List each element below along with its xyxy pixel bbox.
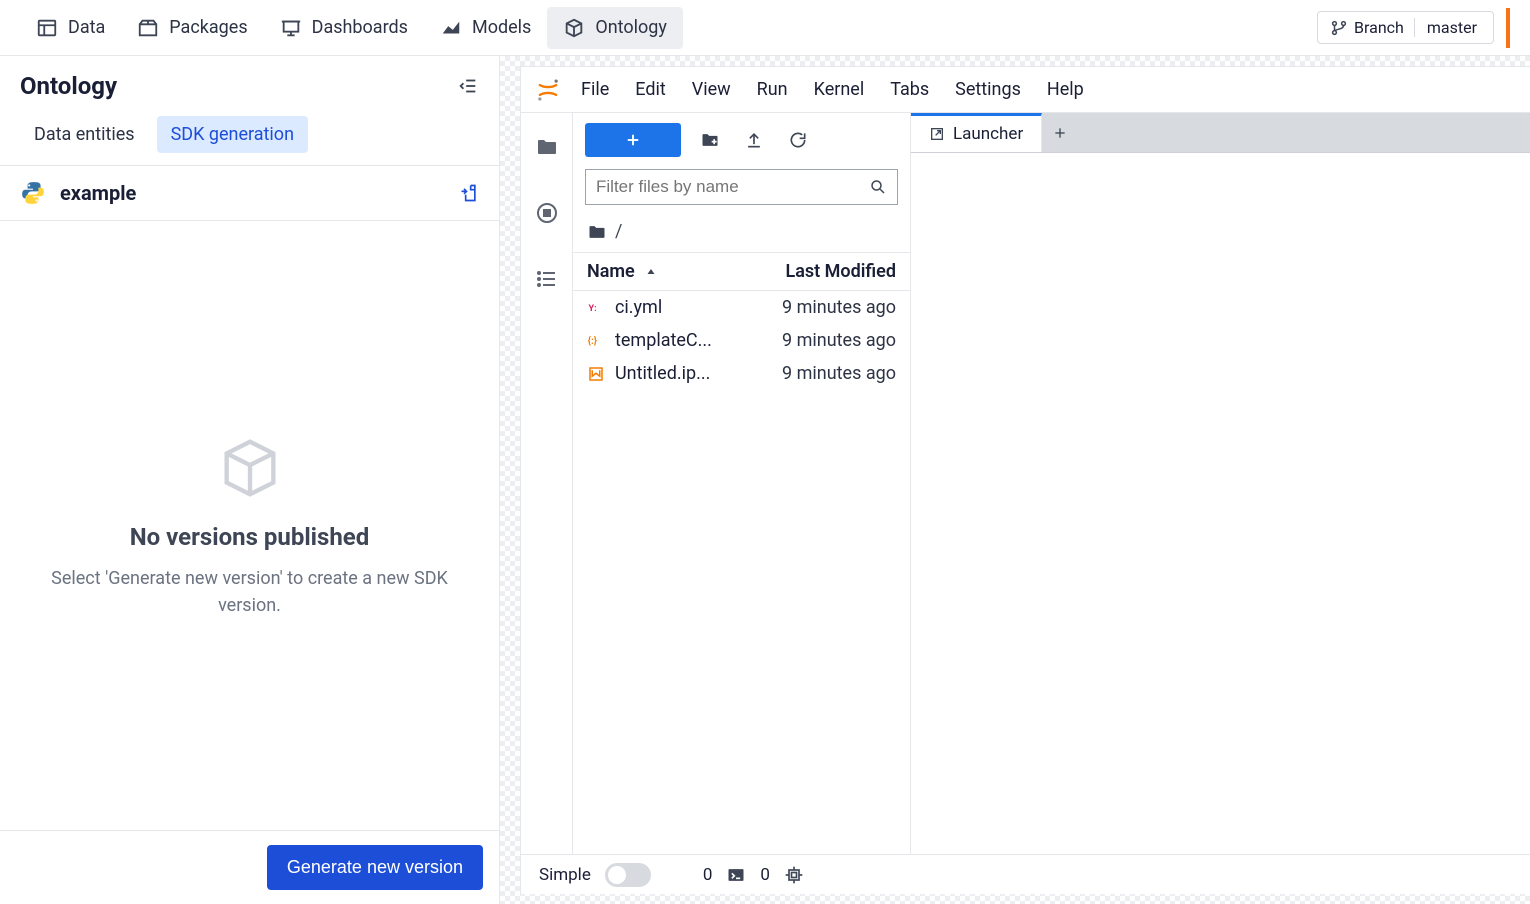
file-row[interactable]: Untitled.ip... 9 minutes ago xyxy=(573,357,910,390)
file-icon xyxy=(587,365,605,383)
list-icon[interactable] xyxy=(531,263,563,295)
external-link-icon xyxy=(929,126,945,142)
jupyter-main: Launcher xyxy=(911,113,1530,854)
file-browser: / Name Last Modified Y: ci.yml 9 minutes a… xyxy=(573,113,911,854)
empty-subtitle: Select 'Generate new version' to create … xyxy=(40,565,459,619)
svg-text:Y:: Y: xyxy=(589,304,597,314)
launcher-content xyxy=(911,153,1530,854)
sdk-item-row[interactable]: example xyxy=(0,166,499,221)
nav-models[interactable]: Models xyxy=(424,7,547,49)
kernel-count: 0 xyxy=(760,865,770,885)
simple-mode-label: Simple xyxy=(539,865,591,885)
tab-strip: Launcher xyxy=(911,113,1530,153)
menu-help[interactable]: Help xyxy=(1041,75,1090,104)
upload-button[interactable] xyxy=(739,125,769,155)
nav-label: Data xyxy=(68,17,105,38)
name-column-label[interactable]: Name xyxy=(587,261,635,282)
generate-version-button[interactable]: Generate new version xyxy=(267,845,483,890)
chart-icon xyxy=(440,17,462,39)
empty-title: No versions published xyxy=(130,523,370,551)
stop-icon[interactable] xyxy=(531,197,563,229)
jupyter-menubar: File Edit View Run Kernel Tabs Settings … xyxy=(521,67,1530,113)
nav-label: Dashboards xyxy=(312,17,408,38)
empty-state: No versions published Select 'Generate n… xyxy=(0,221,499,830)
workspace-area: File Edit View Run Kernel Tabs Settings … xyxy=(500,56,1530,904)
branch-selector[interactable]: Branch master xyxy=(1317,11,1494,44)
menu-kernel[interactable]: Kernel xyxy=(808,75,871,104)
jupyter-logo-icon xyxy=(535,77,561,103)
file-modified: 9 minutes ago xyxy=(782,363,896,384)
file-icon: {:} xyxy=(587,332,605,350)
ontology-panel: Ontology Data entities SDK generation ex… xyxy=(0,56,500,904)
box-icon xyxy=(215,433,285,503)
nav-data[interactable]: Data xyxy=(20,7,121,49)
collapse-icon[interactable] xyxy=(457,75,479,97)
jupyter-activity-bar xyxy=(521,113,573,854)
file-filter-input[interactable] xyxy=(596,177,861,197)
status-bar: Simple 0 0 xyxy=(521,854,1530,894)
presentation-icon xyxy=(280,17,302,39)
package-icon xyxy=(137,17,159,39)
cube-icon xyxy=(563,17,585,39)
sdk-item-name: example xyxy=(60,181,136,205)
menu-edit[interactable]: Edit xyxy=(629,75,671,104)
file-modified: 9 minutes ago xyxy=(782,297,896,318)
add-tab-button[interactable] xyxy=(1042,113,1078,152)
branch-value: master xyxy=(1423,18,1481,37)
terminal-icon[interactable] xyxy=(726,865,746,885)
terminal-count: 0 xyxy=(703,865,713,885)
chip-icon[interactable] xyxy=(784,865,804,885)
simple-mode-toggle[interactable] xyxy=(605,863,651,887)
file-icon: Y: xyxy=(587,299,605,317)
menu-view[interactable]: View xyxy=(686,75,737,104)
branch-label-text: Branch xyxy=(1354,18,1404,37)
file-table-header: Name Last Modified xyxy=(573,252,910,291)
menu-tabs[interactable]: Tabs xyxy=(884,75,935,104)
sort-asc-icon xyxy=(645,266,657,278)
tab-label: Launcher xyxy=(953,124,1023,144)
file-row[interactable]: {:} templateC... 9 minutes ago xyxy=(573,324,910,357)
new-launcher-button[interactable] xyxy=(585,123,681,157)
folder-icon xyxy=(587,222,607,242)
svg-text:{:}: {:} xyxy=(588,336,597,347)
nav-dashboards[interactable]: Dashboards xyxy=(264,7,424,49)
menu-settings[interactable]: Settings xyxy=(949,75,1027,104)
refresh-button[interactable] xyxy=(783,125,813,155)
file-row[interactable]: Y: ci.yml 9 minutes ago xyxy=(573,291,910,324)
file-import-icon[interactable] xyxy=(459,182,479,204)
menu-file[interactable]: File xyxy=(575,75,615,104)
top-nav: Data Packages Dashboards Models Ontology… xyxy=(0,0,1530,56)
table-icon xyxy=(36,17,58,39)
folder-icon[interactable] xyxy=(531,131,563,163)
menu-run[interactable]: Run xyxy=(751,75,794,104)
search-icon xyxy=(869,178,887,196)
file-filter[interactable] xyxy=(585,169,898,205)
tab-data-entities[interactable]: Data entities xyxy=(20,116,149,153)
panel-title: Ontology xyxy=(20,72,117,100)
python-icon xyxy=(20,180,46,206)
new-folder-button[interactable] xyxy=(695,125,725,155)
file-name: ci.yml xyxy=(615,297,662,318)
nav-label: Models xyxy=(472,17,531,38)
accent-strip xyxy=(1506,8,1510,48)
modified-column-label[interactable]: Last Modified xyxy=(786,261,897,282)
nav-label: Packages xyxy=(169,17,247,38)
file-name: templateC... xyxy=(615,330,712,351)
breadcrumb[interactable]: / xyxy=(573,215,910,252)
nav-packages[interactable]: Packages xyxy=(121,7,263,49)
nav-label: Ontology xyxy=(595,17,667,38)
jupyter-window: File Edit View Run Kernel Tabs Settings … xyxy=(520,66,1530,894)
path-text: / xyxy=(615,221,622,242)
tab-launcher[interactable]: Launcher xyxy=(911,113,1042,152)
branch-icon xyxy=(1330,19,1348,37)
tab-sdk-generation[interactable]: SDK generation xyxy=(157,116,308,153)
file-modified: 9 minutes ago xyxy=(782,330,896,351)
file-name: Untitled.ip... xyxy=(615,363,710,384)
nav-ontology[interactable]: Ontology xyxy=(547,7,683,49)
